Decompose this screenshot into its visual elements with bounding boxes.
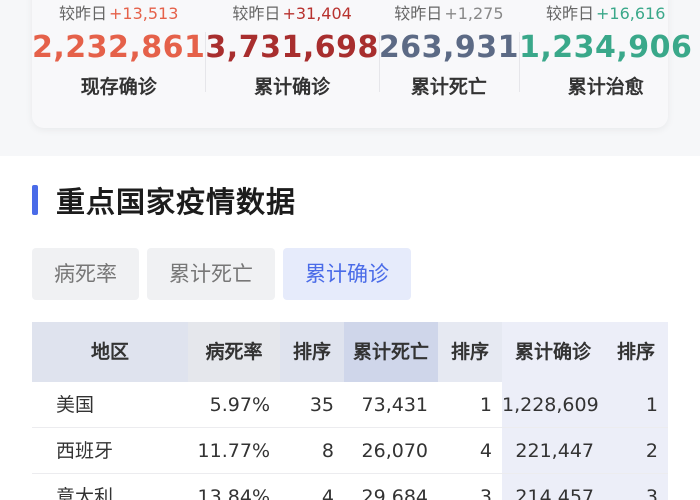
tab-fatality-rate[interactable]: 病死率	[32, 248, 139, 300]
delta-value: +1,275	[444, 4, 504, 23]
tab-total-deaths[interactable]: 累计死亡	[147, 248, 275, 300]
table-row[interactable]: 意大利 13.84% 4 29,684 3 214,457 3	[32, 474, 668, 500]
key-countries-section: 重点国家疫情数据 病死率 累计死亡 累计确诊 地区 病死率 排序 累计死亡 排序…	[0, 156, 700, 500]
delta-value: +31,404	[282, 4, 352, 23]
delta-label: 较昨日	[59, 4, 108, 23]
cell-rank-confirmed: 3	[604, 474, 668, 500]
cell-region: 西班牙	[56, 440, 114, 462]
tab-total-confirmed[interactable]: 累计确诊	[283, 248, 411, 300]
delta-label: 较昨日	[394, 4, 443, 23]
stat-delta: 较昨日 +13,513	[32, 2, 205, 26]
cell-rank-deaths: 1	[479, 394, 492, 416]
stat-label: 累计死亡	[410, 76, 487, 98]
countries-table: 地区 病死率 排序 累计死亡 排序 累计确诊 排序 美国 5.97% 35 73…	[32, 322, 668, 500]
header-total-confirmed[interactable]: 累计确诊	[502, 322, 604, 382]
cell-total-deaths: 73,431	[361, 394, 428, 416]
stat-value: 263,931	[378, 30, 519, 65]
cell-rank-rate: 8	[321, 440, 334, 462]
cell-total-confirmed: 214,457	[502, 474, 604, 500]
delta-value: +16,616	[596, 4, 666, 23]
cell-total-deaths: 26,070	[361, 440, 428, 462]
table-row[interactable]: 西班牙 11.77% 8 26,070 4 221,447 2	[32, 428, 668, 474]
header-region[interactable]: 地区	[32, 322, 188, 382]
stat-label: 现存确诊	[80, 76, 157, 98]
cell-region: 美国	[56, 394, 95, 416]
stat-delta: 较昨日 +1,275	[379, 2, 519, 26]
cell-total-deaths: 29,684	[361, 486, 428, 500]
section-title-text: 重点国家疫情数据	[56, 185, 297, 219]
cell-rank-rate: 4	[321, 486, 334, 500]
cell-rank-confirmed: 2	[604, 428, 668, 473]
delta-label: 较昨日	[545, 4, 594, 23]
stat-value: 2,232,861	[32, 30, 206, 65]
stat-total-deaths: 较昨日 +1,275 263,931 累计死亡	[378, 2, 519, 128]
cell-rank-confirmed: 1	[604, 382, 668, 427]
stat-current-confirmed: 较昨日 +13,513 2,232,861 现存确诊	[32, 2, 205, 128]
cell-rank-deaths: 4	[479, 440, 492, 462]
title-accent-bar	[32, 185, 38, 215]
stat-total-confirmed: 较昨日 +31,404 3,731,698 累计确诊	[205, 2, 378, 128]
stat-label: 累计确诊	[254, 76, 331, 98]
cell-total-confirmed: 221,447	[502, 428, 604, 473]
cell-region: 意大利	[56, 486, 114, 500]
delta-value: +13,513	[109, 4, 179, 23]
cell-fatality-rate: 5.97%	[209, 394, 270, 416]
stat-value: 1,234,906	[518, 30, 693, 65]
table-header-row: 地区 病死率 排序 累计死亡 排序 累计确诊 排序	[32, 322, 668, 382]
header-rank-deaths[interactable]: 排序	[438, 322, 502, 382]
stat-label: 累计治愈	[567, 76, 644, 98]
stat-total-recovered: 较昨日 +16,616 1,234,906 累计治愈	[518, 2, 693, 128]
sort-tabs: 病死率 累计死亡 累计确诊	[32, 248, 419, 300]
cell-fatality-rate: 11.77%	[197, 440, 270, 462]
section-title: 重点国家疫情数据	[32, 180, 296, 220]
header-fatality-rate[interactable]: 病死率	[188, 322, 280, 382]
header-rank-rate[interactable]: 排序	[280, 322, 344, 382]
cell-rank-rate: 35	[309, 394, 334, 416]
header-total-deaths[interactable]: 累计死亡	[344, 322, 438, 382]
stats-card: 较昨日 +13,513 2,232,861 现存确诊 较昨日 +31,404 3,7…	[32, 0, 692, 128]
stat-delta: 较昨日 +31,404	[205, 2, 378, 26]
cell-total-confirmed: 1,228,609	[502, 382, 604, 427]
header-rank-confirmed[interactable]: 排序	[604, 322, 668, 382]
stat-delta: 较昨日 +16,616	[519, 2, 692, 26]
table-row[interactable]: 美国 5.97% 35 73,431 1 1,228,609 1	[32, 382, 668, 428]
cell-rank-deaths: 3	[479, 486, 492, 500]
delta-label: 较昨日	[232, 4, 281, 23]
stat-value: 3,731,698	[205, 30, 379, 65]
cell-fatality-rate: 13.84%	[197, 486, 270, 500]
